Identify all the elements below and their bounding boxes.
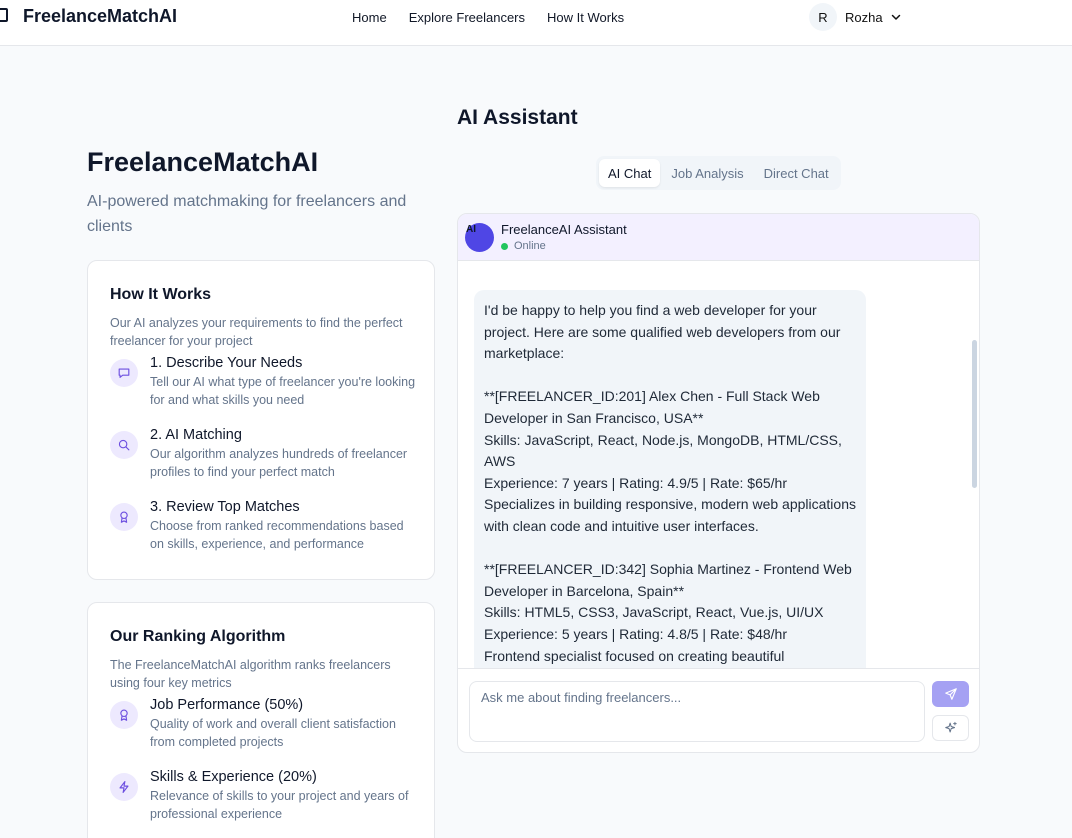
message-list[interactable]: I'd be happy to help you find a web deve…	[458, 262, 979, 668]
metric-text: Relevance of skills to your project and …	[150, 789, 409, 821]
step-title: 2. AI Matching	[150, 427, 242, 443]
user-menu[interactable]: R Rozha	[809, 3, 901, 31]
bot-status: Online	[501, 240, 546, 252]
tab-ai-chat[interactable]: AI Chat	[599, 159, 661, 187]
award-icon	[110, 503, 138, 531]
nav-link-how-it-works[interactable]: How It Works	[547, 10, 624, 25]
bot-avatar: AI	[465, 223, 494, 252]
search-icon	[110, 431, 138, 459]
zap-icon	[110, 773, 138, 801]
logo-icon[interactable]	[0, 8, 8, 22]
brand-logo[interactable]: FreelanceMatchAI	[23, 6, 177, 27]
send-icon	[944, 688, 957, 700]
metric-title: Job Performance (50%)	[150, 697, 304, 713]
top-nav: FreelanceMatchAI Home Explore Freelancer…	[0, 0, 1072, 46]
page-subtitle: AI-powered matchmaking for freelancers a…	[87, 193, 407, 235]
page-title: FreelanceMatchAI	[87, 147, 319, 177]
chat-input-area	[458, 668, 979, 752]
chat-header: AI FreelanceAI Assistant Online	[458, 214, 979, 261]
nav-link-home[interactable]: Home	[352, 10, 387, 25]
card-description: The FreelanceMatchAI algorithm ranks fre…	[110, 658, 391, 690]
metric-text: Quality of work and overall client satis…	[150, 717, 396, 749]
avatar[interactable]: R	[809, 3, 837, 31]
award-icon	[110, 701, 138, 729]
message-square-icon	[110, 359, 138, 387]
ranking-algorithm-card: Our Ranking Algorithm The FreelanceMatch…	[87, 602, 435, 838]
step-text: Choose from ranked recommendations based…	[150, 519, 404, 551]
bot-status-label: Online	[514, 240, 546, 252]
send-button[interactable]	[932, 681, 969, 707]
chat-input[interactable]	[469, 681, 925, 742]
sparkles-icon	[944, 721, 957, 733]
card-title: How It Works	[110, 286, 212, 303]
nav-link-explore-freelancers[interactable]: Explore Freelancers	[409, 10, 525, 25]
assistant-tabs: AI Chat Job Analysis Direct Chat	[596, 156, 841, 190]
step-title: 3. Review Top Matches	[150, 499, 300, 515]
step-title: 1. Describe Your Needs	[150, 355, 303, 371]
chat-panel: AI FreelanceAI Assistant Online I'd be h…	[457, 213, 980, 753]
bot-avatar-label: AI	[466, 224, 476, 235]
step-text: Our algorithm analyzes hundreds of freel…	[150, 447, 408, 479]
tab-job-analysis[interactable]: Job Analysis	[662, 159, 752, 187]
step-text: Tell our AI what type of freelancer you'…	[150, 375, 416, 407]
scrollbar[interactable]	[972, 340, 977, 488]
tab-direct-chat[interactable]: Direct Chat	[755, 159, 838, 187]
user-name[interactable]: Rozha	[845, 10, 883, 25]
chevron-down-icon[interactable]	[891, 12, 901, 22]
nav-links: Home Explore Freelancers How It Works	[352, 10, 624, 25]
metric-title: Skills & Experience (20%)	[150, 769, 317, 785]
how-it-works-card: How It Works Our AI analyzes your requir…	[87, 260, 435, 580]
assistant-message: I'd be happy to help you find a web deve…	[474, 290, 866, 668]
card-description: Our AI analyzes your requirements to fin…	[110, 316, 403, 348]
assistant-title: AI Assistant	[457, 106, 578, 129]
sparkles-button[interactable]	[932, 715, 969, 741]
bot-name: FreelanceAI Assistant	[501, 222, 627, 237]
card-title: Our Ranking Algorithm	[110, 628, 286, 645]
online-indicator	[501, 242, 508, 250]
